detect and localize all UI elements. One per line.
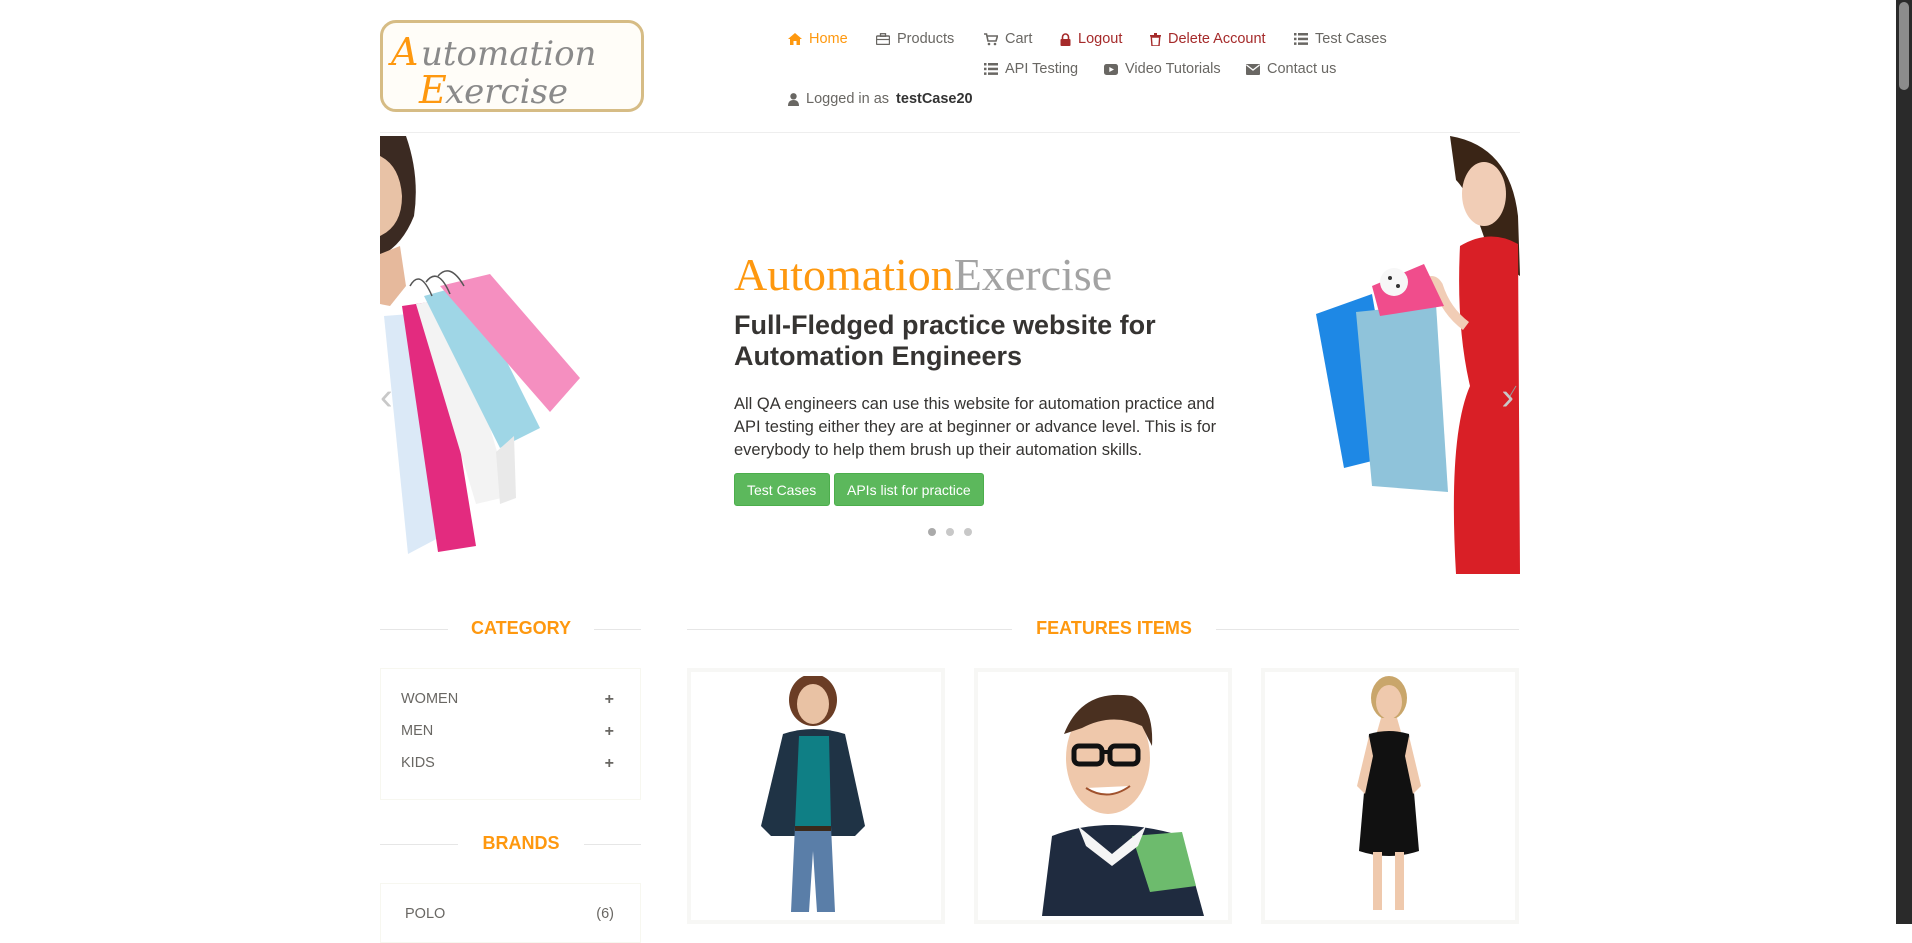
brand-part-exercise: Exercise <box>953 249 1113 300</box>
brand-part-automation: Automation <box>734 249 954 300</box>
youtube-icon <box>1104 63 1118 75</box>
product-card-1 <box>687 668 945 924</box>
svg-text:A: A <box>388 30 418 74</box>
nav-products[interactable]: Products <box>876 31 954 47</box>
logged-in-label: Logged in as <box>806 91 890 107</box>
category-men-label: MEN <box>401 723 434 739</box>
logged-in-status: Logged in as testCase20 <box>788 91 973 107</box>
nav-logout[interactable]: Logout <box>1060 31 1122 47</box>
product-card-3 <box>1261 668 1519 924</box>
product-image-woman-cardigan[interactable] <box>695 676 937 916</box>
nav-api-testing-label: API Testing <box>1005 61 1079 77</box>
carousel-indicators <box>928 528 972 536</box>
brands-title: BRANDS <box>458 833 584 854</box>
category-women[interactable]: WOMEN + <box>401 691 614 709</box>
carousel-dot-3[interactable] <box>964 528 972 536</box>
scrollbar-thumb[interactable] <box>1899 2 1909 90</box>
product-card-2 <box>974 668 1232 924</box>
nav-api-testing[interactable]: API Testing <box>984 61 1078 77</box>
nav-home-label: Home <box>809 31 848 47</box>
nav-contact-us-label: Contact us <box>1267 61 1337 77</box>
site-logo[interactable]: A utomation E xercise <box>380 20 644 112</box>
svg-text:xercise: xercise <box>445 72 568 109</box>
girl-with-bags-image-left <box>380 136 580 554</box>
category-kids[interactable]: KIDS + <box>401 755 614 773</box>
brand-polo-count: (6) <box>596 906 614 922</box>
category-kids-label: KIDS <box>401 755 435 771</box>
features-items-title: FEATURES ITEMS <box>1012 618 1216 639</box>
apis-list-button[interactable]: APIs list for practice <box>834 473 984 506</box>
svg-text:utomation: utomation <box>421 34 596 74</box>
carousel-dot-1[interactable] <box>928 528 936 536</box>
nav-home[interactable]: Home <box>788 31 848 47</box>
nav-delete-account[interactable]: Delete Account <box>1150 31 1266 47</box>
girl-with-bags-image-right <box>1316 136 1520 574</box>
envelope-icon <box>1246 63 1260 75</box>
plus-icon[interactable]: + <box>605 691 614 709</box>
hero-description: All QA engineers can use this website fo… <box>734 395 1217 459</box>
category-title: CATEGORY <box>448 618 594 639</box>
hero-carousel: ‹ AutomationExercise Full-Fledged practi… <box>380 136 1520 574</box>
brand-polo[interactable]: POLO (6) <box>405 906 614 922</box>
logged-in-username: testCase20 <box>896 91 973 107</box>
carousel-dot-2[interactable] <box>946 528 954 536</box>
svg-text:E: E <box>418 68 447 109</box>
plus-icon[interactable]: + <box>605 755 614 773</box>
page-scrollbar[interactable] <box>1896 0 1912 924</box>
carousel-next-arrow[interactable]: › <box>1501 376 1514 419</box>
user-icon <box>788 92 799 106</box>
nav-logout-label: Logout <box>1078 31 1123 47</box>
nav-video-tutorials-label: Video Tutorials <box>1125 61 1221 77</box>
carousel-brand-title: AutomationExercise <box>734 248 1112 301</box>
category-women-label: WOMEN <box>401 691 459 707</box>
trash-icon <box>1150 32 1161 46</box>
lock-icon <box>1060 32 1071 46</box>
header-divider <box>380 132 1520 133</box>
category-men[interactable]: MEN + <box>401 723 614 741</box>
category-panel: WOMEN + MEN + KIDS + <box>380 668 641 800</box>
nav-products-label: Products <box>897 31 955 47</box>
brand-polo-label: POLO <box>405 906 446 922</box>
nav-video-tutorials[interactable]: Video Tutorials <box>1104 61 1221 77</box>
hero-heading: Full-Fledged practice website for Automa… <box>734 310 1156 371</box>
product-image-woman-black-dress[interactable] <box>1269 676 1511 916</box>
nav-cart-label: Cart <box>1005 31 1033 47</box>
briefcase-icon <box>876 33 890 45</box>
product-image-man-polo[interactable] <box>982 676 1224 916</box>
carousel-prev-arrow[interactable]: ‹ <box>380 376 393 419</box>
list-icon <box>984 63 998 75</box>
page: A utomation E xercise Home Products Cart… <box>0 0 1912 943</box>
nav-test-cases-label: Test Cases <box>1315 31 1387 47</box>
plus-icon[interactable]: + <box>605 723 614 741</box>
home-icon <box>788 33 802 45</box>
test-cases-button[interactable]: Test Cases <box>734 473 830 506</box>
nav-delete-account-label: Delete Account <box>1168 31 1266 47</box>
nav-cart[interactable]: Cart <box>984 31 1032 47</box>
list-icon <box>1294 33 1308 45</box>
nav-contact-us[interactable]: Contact us <box>1246 61 1336 77</box>
brands-panel: POLO (6) <box>380 883 641 943</box>
nav-test-cases[interactable]: Test Cases <box>1294 31 1387 47</box>
cart-icon <box>984 32 998 45</box>
